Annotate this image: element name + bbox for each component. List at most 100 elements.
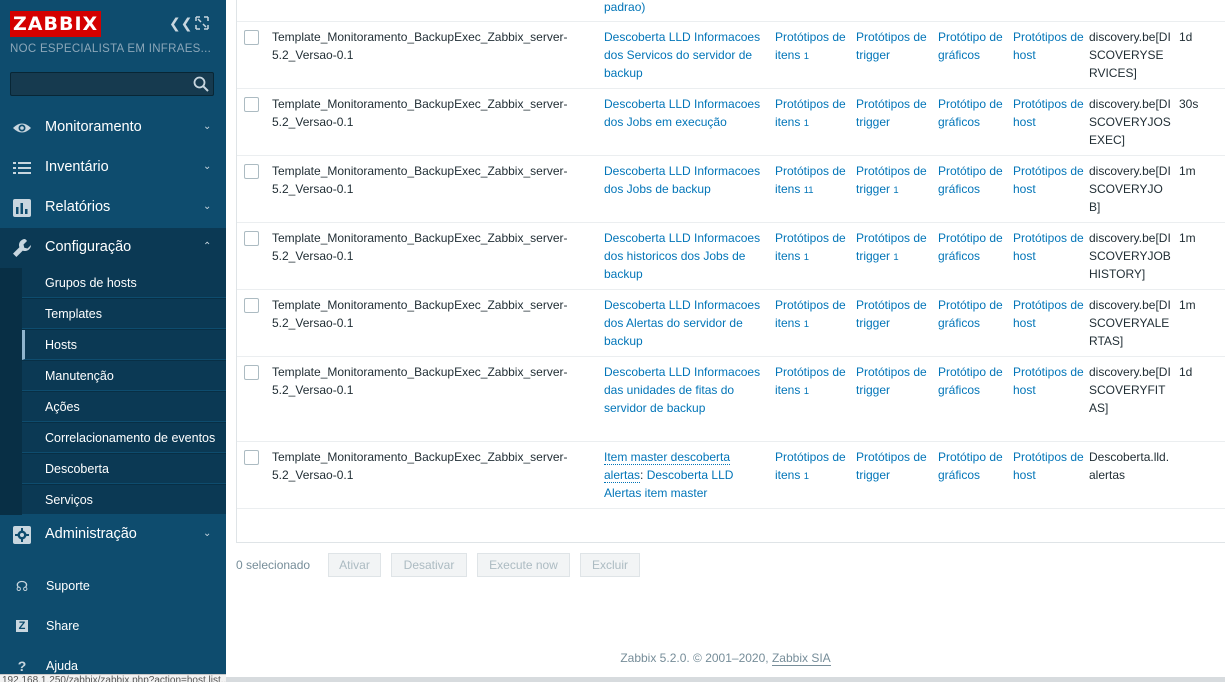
graph-prototypes-link[interactable]: Protótipo de gráficos [938,164,1003,196]
template-name: Template_Monitoramento_BackupExec_Zabbix… [272,30,568,62]
row-checkbox[interactable] [244,97,259,112]
kiosk-mode-icon[interactable] [193,14,211,32]
bar-chart-icon [13,199,31,217]
discovery-rule-name-link[interactable]: Descoberta LLD Informacoes dos Jobs em e… [604,97,760,129]
graph-prototypes-link[interactable]: Protótipo de gráficos [938,298,1003,330]
wrench-icon [13,238,32,257]
submenu-servicos[interactable]: Serviços [22,485,226,515]
item-prototypes-count: 1 [803,386,809,397]
chevron-up-icon: ⌃ [203,241,212,252]
discovery-rule-name-link[interactable]: Descoberta LLD Informacoes dos Jobs de b… [604,164,760,196]
row-checkbox[interactable] [244,450,259,465]
submenu-descoberta[interactable]: Descoberta [22,454,226,484]
row-checkbox[interactable] [244,365,259,380]
item-prototypes-link[interactable]: Protótipos de itens [775,97,846,129]
update-interval: 1d [1179,365,1193,379]
discovery-rule-name-link[interactable]: padrao) [604,0,645,14]
host-prototypes-link[interactable]: Protótipos de host [1013,298,1084,330]
execute-now-button[interactable]: Execute now [477,553,570,577]
template-name: Template_Monitoramento_BackupExec_Zabbix… [272,231,568,263]
zabbix-sia-link[interactable]: Zabbix SIA [771,651,831,666]
server-name: NOC ESPECIALISTA EM INFRAES... [10,43,212,55]
item-key: Descoberta.lld.alertas [1089,450,1170,482]
chevron-down-icon: ⌄ [203,161,212,172]
graph-prototypes-link[interactable]: Protótipo de gráficos [938,231,1003,263]
horizontal-scrollbar[interactable] [226,677,1225,682]
graph-prototypes-link[interactable]: Protótipo de gráficos [938,30,1003,62]
item-prototypes-link[interactable]: Protótipos de itens [775,231,846,263]
host-prototypes-link[interactable]: Protótipos de host [1013,231,1084,263]
trigger-prototypes-link[interactable]: Protótipos de trigger [856,298,927,330]
table-row-partial: padrao) [237,0,1225,22]
chevron-down-icon: ⌄ [203,528,212,539]
search-input[interactable] [11,73,191,95]
item-prototypes-link[interactable]: Protótipos de itens [775,30,846,62]
submenu-hosts[interactable]: Hosts [22,330,226,360]
discovery-rules-table: padrao) Template_Monitoramento_BackupExe… [236,0,1225,543]
discovery-rule-name-link[interactable]: Descoberta LLD Informacoes das unidades … [604,365,760,415]
trigger-prototypes-count: 1 [893,252,899,263]
submenu-manutencao[interactable]: Manutenção [22,361,226,391]
item-key: discovery.be[DISCOVERYSERVICES] [1089,30,1171,80]
search-box [10,72,214,96]
table-row: Template_Monitoramento_BackupExec_Zabbix… [237,442,1225,509]
trigger-prototypes-link[interactable]: Protótipos de trigger [856,164,927,196]
host-prototypes-link[interactable]: Protótipos de host [1013,365,1084,397]
row-checkbox[interactable] [244,298,259,313]
menu-administracao[interactable]: Administração ⌄ [0,515,226,555]
discovery-rule-name-link[interactable]: Descoberta LLD Informacoes dos historico… [604,231,760,281]
submenu-acoes[interactable]: Ações [22,392,226,422]
item-prototypes-link[interactable]: Protótipos de itens [775,298,846,330]
configuracao-submenu: Grupos de hosts Templates Hosts Manutenç… [0,268,226,515]
share-icon: Z [16,620,28,632]
footer-copyright: Zabbix 5.2.0. © 2001–2020, [620,651,769,665]
search-icon[interactable] [193,76,209,92]
item-prototypes-count: 11 [803,185,814,196]
row-checkbox[interactable] [244,231,259,246]
host-prototypes-link[interactable]: Protótipos de host [1013,164,1084,196]
graph-prototypes-link[interactable]: Protótipo de gráficos [938,365,1003,397]
discovery-rule-name-link[interactable]: Descoberta LLD Informacoes dos Alertas d… [604,298,760,348]
item-prototypes-count: 1 [803,471,809,482]
host-prototypes-link[interactable]: Protótipos de host [1013,97,1084,129]
graph-prototypes-link[interactable]: Protótipo de gráficos [938,450,1003,482]
table-row: Template_Monitoramento_BackupExec_Zabbix… [237,223,1225,290]
item-key: discovery.be[DISCOVERYJOB] [1089,164,1171,214]
collapse-sidebar-icon[interactable]: ❮❮ [169,14,192,32]
logo-link[interactable]: ZABBIX [10,11,102,37]
trigger-prototypes-link[interactable]: Protótipos de trigger [856,365,927,397]
trigger-prototypes-link[interactable]: Protótipos de trigger [856,97,927,129]
enable-button[interactable]: Ativar [328,553,381,577]
delete-button[interactable]: Excluir [580,553,640,577]
disable-button[interactable]: Desativar [391,553,467,577]
item-key: discovery.be[DISCOVERYALERTAS] [1089,298,1171,348]
table-row: Template_Monitoramento_BackupExec_Zabbix… [237,156,1225,223]
submenu-grupos-de-hosts[interactable]: Grupos de hosts [22,268,226,298]
menu-relatorios[interactable]: Relatórios ⌄ [0,188,226,228]
submenu-correlacionamento[interactable]: Correlacionamento de eventos [22,423,226,453]
menu-inventario[interactable]: Inventário ⌄ [0,148,226,188]
host-prototypes-link[interactable]: Protótipos de host [1013,450,1084,482]
update-interval: 30s [1179,97,1199,111]
item-prototypes-link[interactable]: Protótipos de itens [775,450,846,482]
aux-suporte[interactable]: ☊ Suporte [0,568,226,604]
host-prototypes-link[interactable]: Protótipos de host [1013,30,1084,62]
table-row: Template_Monitoramento_BackupExec_Zabbix… [237,290,1225,357]
submenu-templates[interactable]: Templates [22,299,226,329]
trigger-prototypes-link[interactable]: Protótipos de trigger [856,30,927,62]
update-interval: 1m [1179,298,1196,312]
menu-monitoramento[interactable]: Monitoramento ⌄ [0,108,226,148]
item-prototypes-count: 1 [803,252,809,263]
row-checkbox[interactable] [244,164,259,179]
menu-configuracao[interactable]: Configuração ⌃ [0,228,226,268]
aux-share[interactable]: Z Share [0,608,226,644]
template-name: Template_Monitoramento_BackupExec_Zabbix… [272,164,568,196]
item-prototypes-link[interactable]: Protótipos de itens [775,365,846,397]
row-checkbox[interactable] [244,30,259,45]
item-key: discovery.be[DISCOVERYFITAS] [1089,365,1171,415]
discovery-rule-name-link[interactable]: Descoberta LLD Informacoes dos Servicos … [604,30,760,80]
chevron-down-icon: ⌄ [203,121,212,132]
trigger-prototypes-link[interactable]: Protótipos de trigger [856,231,927,263]
graph-prototypes-link[interactable]: Protótipo de gráficos [938,97,1003,129]
trigger-prototypes-link[interactable]: Protótipos de trigger [856,450,927,482]
